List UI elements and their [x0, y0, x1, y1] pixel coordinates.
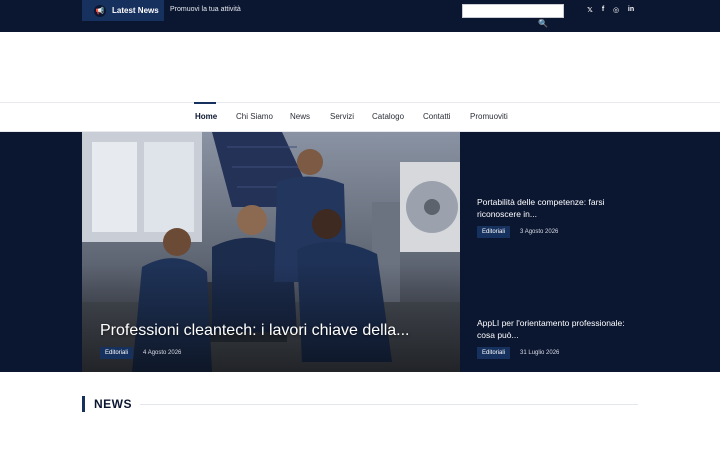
category-badge[interactable]: Editoriali: [100, 347, 134, 359]
category-badge[interactable]: Editoriali: [477, 226, 511, 238]
latest-news-label: Latest News: [112, 6, 159, 15]
nav-item-catalogo[interactable]: Catalogo: [372, 112, 404, 121]
hero-meta: Editoriali 4 Agosto 2026: [100, 347, 181, 359]
side-article[interactable]: AppLI per l'orientamento professionale: …: [477, 317, 627, 359]
linkedin-icon[interactable]: in: [626, 6, 636, 13]
search-icon[interactable]: 🔍: [538, 19, 548, 29]
heading-accent-bar: [82, 396, 85, 412]
article-date: 3 Agosto 2026: [520, 229, 559, 235]
article-date: 4 Agosto 2026: [143, 350, 182, 356]
search-input[interactable]: [462, 4, 564, 18]
section-title: NEWS: [94, 397, 132, 411]
top-bar: 📢 Latest News Promuovi la tua attività 🔍…: [0, 0, 720, 32]
nav-item-contatti[interactable]: Contatti: [423, 112, 451, 121]
side-articles: Portabilità delle competenze: farsi rico…: [460, 132, 638, 372]
hero-section: Professioni cleantech: i lavori chiave d…: [0, 132, 720, 372]
x-icon[interactable]: 𝕏: [585, 6, 595, 14]
nav-item-news[interactable]: News: [290, 112, 310, 121]
section-divider: [140, 404, 638, 405]
news-section-heading: NEWS: [82, 396, 132, 412]
megaphone-icon: 📢: [94, 4, 106, 17]
hero-title[interactable]: Professioni cleantech: i lavori chiave d…: [100, 322, 450, 340]
instagram-icon[interactable]: ◎: [611, 6, 621, 14]
side-article[interactable]: Portabilità delle competenze: farsi rico…: [477, 196, 627, 238]
nav-item-home[interactable]: Home: [195, 112, 217, 121]
nav-active-indicator: [194, 102, 216, 104]
article-date: 31 Luglio 2026: [520, 350, 560, 356]
side-article-title[interactable]: AppLI per l'orientamento professionale: …: [477, 317, 627, 341]
category-badge[interactable]: Editoriali: [477, 347, 511, 359]
promo-link[interactable]: Promuovi la tua attività: [170, 6, 241, 13]
facebook-icon[interactable]: f: [598, 6, 608, 13]
latest-news-tab[interactable]: 📢 Latest News: [82, 0, 164, 21]
side-article-title[interactable]: Portabilità delle competenze: farsi rico…: [477, 196, 627, 220]
ad-banner-area: [0, 32, 720, 102]
nav-item-chi-siamo[interactable]: Chi Siamo: [236, 112, 273, 121]
nav-item-servizi[interactable]: Servizi: [330, 112, 354, 121]
nav-item-promuoviti[interactable]: Promuoviti: [470, 112, 508, 121]
main-nav: Home Chi Siamo News Servizi Catalogo Con…: [0, 102, 720, 132]
